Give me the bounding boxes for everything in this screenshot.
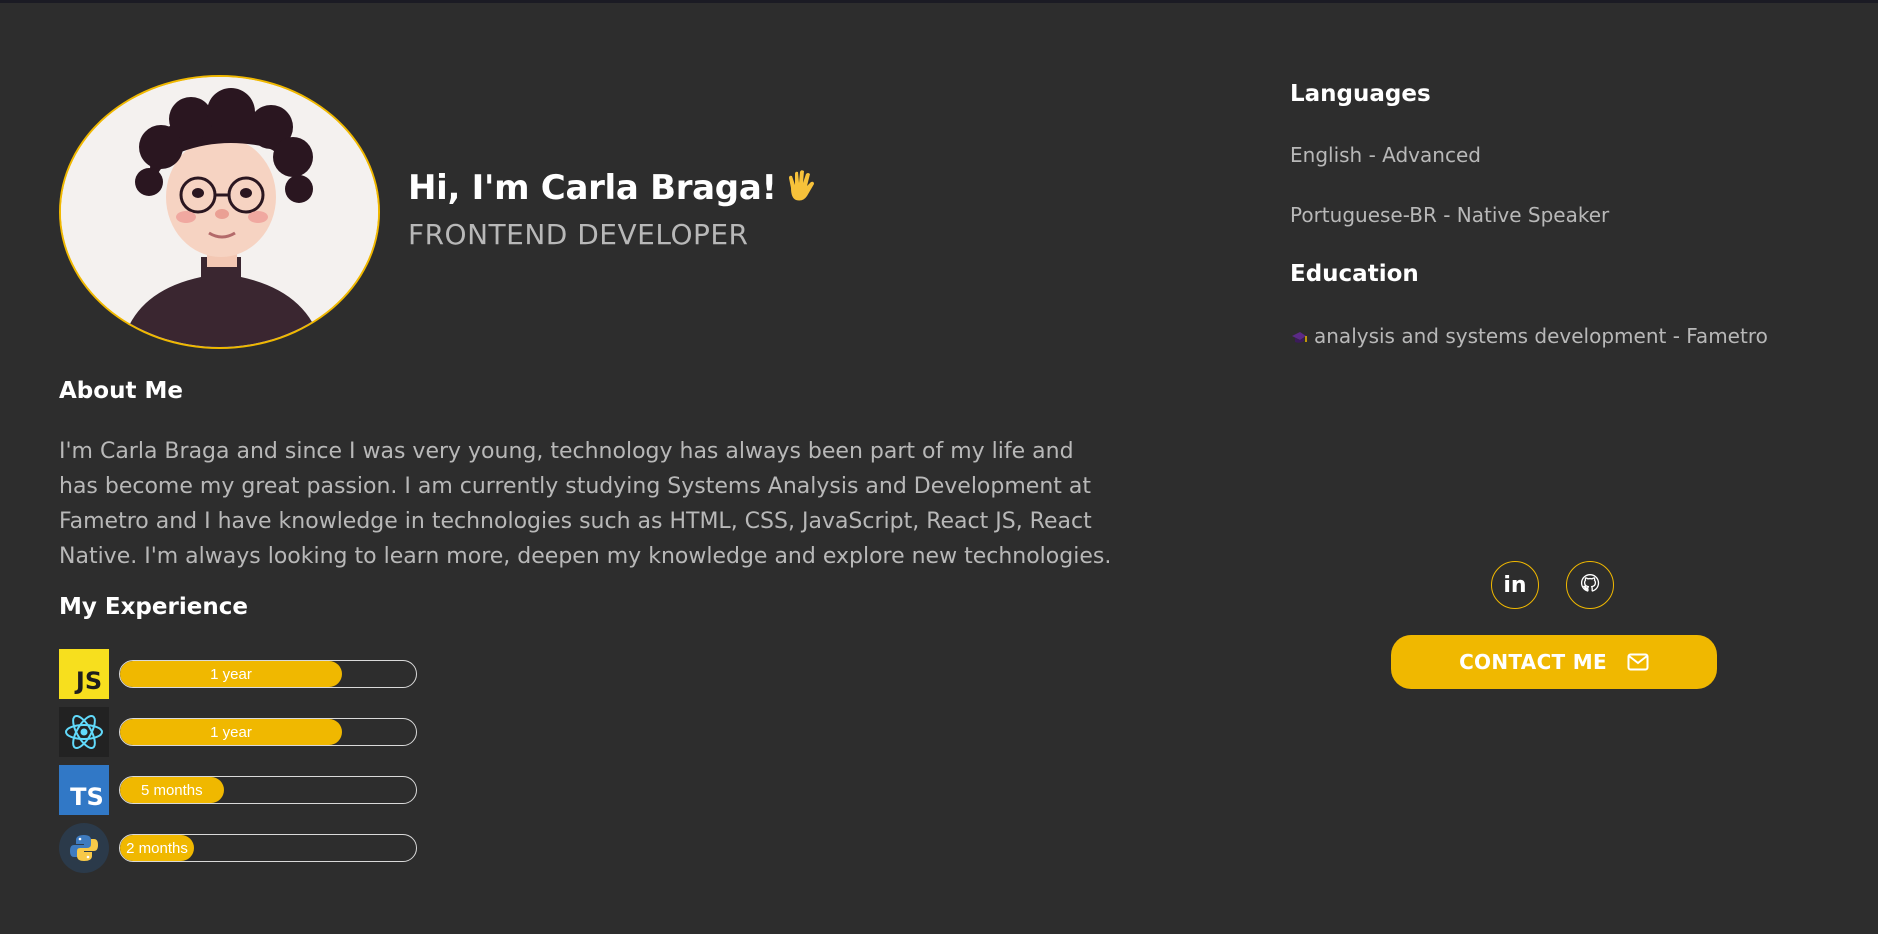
python-icon: [59, 823, 109, 873]
progress-bar: 1 year: [119, 718, 417, 746]
mail-icon: [1627, 653, 1649, 671]
progress-label: 2 months: [126, 839, 188, 857]
react-icon: [59, 707, 109, 757]
avatar: [59, 75, 380, 349]
role-subtitle: FRONTEND DEVELOPER: [408, 218, 749, 251]
skill-react: 1 year: [59, 707, 419, 757]
contact-me-button[interactable]: CONTACT ME: [1391, 635, 1717, 689]
about-text: I'm Carla Braga and since I was very you…: [59, 439, 1112, 569]
graduation-cap-icon: [1290, 327, 1308, 345]
javascript-icon: JS: [59, 649, 109, 699]
waving-hand-icon: [783, 168, 819, 204]
progress-label: 5 months: [140, 781, 203, 799]
hero: Hi, I'm Carla Braga! FRONTEND DEVELOPER: [408, 168, 819, 251]
progress-label: 1 year: [210, 665, 252, 683]
github-button[interactable]: [1566, 561, 1614, 609]
skill-typescript: TS 5 months: [59, 765, 419, 815]
education-heading: Education: [1290, 261, 1419, 287]
skill-javascript: JS 1 year: [59, 649, 419, 699]
skills-list: JS 1 year 1 year TS 5 months 2 months: [59, 649, 419, 881]
language-item: Portuguese-BR - Native Speaker: [1290, 203, 1610, 227]
linkedin-button[interactable]: in: [1491, 561, 1539, 609]
progress-bar: 5 months: [119, 776, 417, 804]
typescript-icon: TS: [59, 765, 109, 815]
about-heading: About Me: [59, 378, 183, 404]
skill-python: 2 months: [59, 823, 419, 873]
linkedin-icon: in: [1503, 572, 1527, 598]
education-item: analysis and systems development - Famet…: [1290, 324, 1768, 348]
languages-heading: Languages: [1290, 81, 1431, 107]
experience-heading: My Experience: [59, 594, 248, 620]
page-title: Hi, I'm Carla Braga!: [408, 168, 819, 208]
github-icon: [1580, 573, 1600, 597]
language-item: English - Advanced: [1290, 143, 1481, 167]
progress-bar: 1 year: [119, 660, 417, 688]
progress-bar: 2 months: [119, 834, 417, 862]
progress-label: 1 year: [210, 723, 252, 741]
